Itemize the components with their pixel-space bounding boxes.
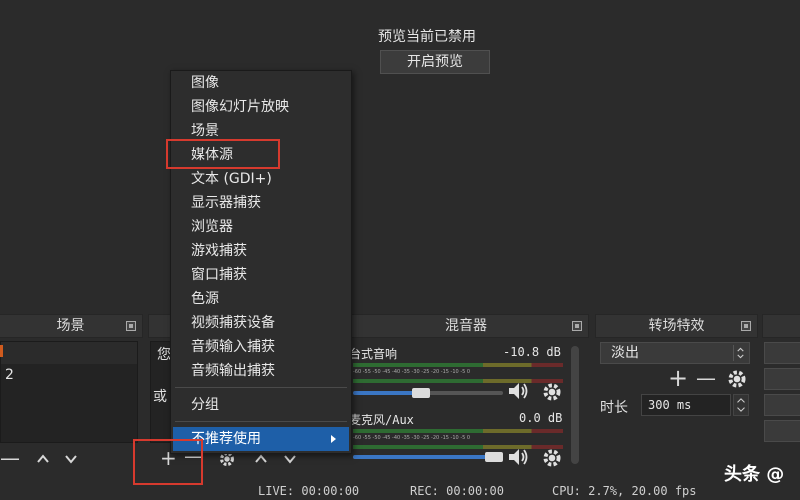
cpu-status: CPU: 2.7%, 20.00 fps (552, 484, 697, 498)
scene-item[interactable]: 2 (1, 364, 137, 386)
move-up-icon[interactable] (36, 452, 50, 466)
mixer-channel-db: -10.8 dB (503, 345, 561, 359)
sources-hint-text: 您 (157, 347, 171, 363)
control-button[interactable] (764, 394, 800, 416)
control-button[interactable] (764, 368, 800, 390)
transition-select[interactable]: 淡出 (600, 342, 750, 364)
gear-icon[interactable] (541, 447, 563, 469)
menu-separator (175, 387, 347, 388)
volume-slider-knob[interactable] (412, 388, 430, 398)
duration-input[interactable]: 300 ms (641, 394, 731, 416)
menu-item-image-slideshow[interactable]: 图像幻灯片放映 (191, 95, 289, 119)
gear-icon[interactable] (726, 368, 748, 390)
preview-area: 预览当前已禁用 开启预览 (0, 0, 800, 312)
duration-spin-icon[interactable] (733, 394, 749, 416)
controls-dock-header (762, 314, 800, 338)
move-down-icon[interactable] (64, 452, 78, 466)
status-bar: LIVE: 00:00:00 REC: 00:00:00 CPU: 2.7%, … (0, 481, 800, 500)
volume-meter (353, 363, 563, 367)
volume-slider-fill (353, 391, 421, 395)
submenu-arrow-icon (331, 435, 336, 443)
mixer-channel-name: 台式音响 (349, 347, 398, 361)
updown-arrows-icon (733, 345, 744, 361)
menu-item-display-capture[interactable]: 显示器捕获 (191, 191, 261, 215)
meter-ticks: -60 -55 -50 -45 -40 -35 -30 -25 -20 -15 … (353, 435, 471, 441)
remove-scene-button[interactable]: — (0, 448, 20, 468)
move-down-icon[interactable] (283, 452, 297, 466)
live-status: LIVE: 00:00:00 (258, 484, 360, 498)
speaker-icon[interactable] (507, 447, 529, 467)
scene-active-indicator (0, 345, 3, 357)
mixer-dock-header: 混音器 (343, 314, 589, 338)
meter-ticks: -60 -55 -50 -45 -40 -35 -30 -25 -20 -15 … (353, 369, 471, 375)
add-transition-button[interactable]: + (668, 366, 688, 390)
scenes-dock-header: 场景 (0, 314, 143, 338)
mixer-dock-title: 混音器 (445, 318, 487, 334)
control-button[interactable] (764, 342, 800, 364)
menu-item-text-gdi[interactable]: 文本 (GDI+) (191, 167, 272, 191)
menu-separator (175, 421, 347, 422)
preview-disabled-text: 预览当前已禁用 (378, 29, 476, 45)
menu-item-color-source[interactable]: 色源 (191, 287, 219, 311)
duration-label: 时长 (600, 400, 628, 416)
control-button[interactable] (764, 420, 800, 442)
scene-item[interactable] (1, 342, 137, 364)
mixer-channel-db: 0.0 dB (519, 411, 563, 425)
menu-item-audio-output-capture[interactable]: 音频输出捕获 (191, 359, 275, 383)
scenes-list[interactable]: 2 (0, 341, 138, 443)
menu-item-group[interactable]: 分组 (191, 393, 219, 417)
speaker-icon[interactable] (507, 381, 529, 401)
menu-item-audio-input-capture[interactable]: 音频输入捕获 (191, 335, 275, 359)
mixer-panel: 台式音响 -10.8 dB -60 -55 -50 -45 -40 -35 -3… (343, 341, 585, 474)
enable-preview-button[interactable]: 开启预览 (380, 50, 490, 74)
volume-slider-fill (353, 455, 503, 459)
gear-icon[interactable] (541, 381, 563, 403)
highlight-box-add-button (133, 439, 203, 485)
highlight-box-media-source (166, 139, 280, 169)
remove-transition-button[interactable]: — (696, 368, 716, 388)
rec-status: REC: 00:00:00 (410, 484, 504, 498)
volume-slider-knob[interactable] (485, 452, 503, 462)
dock-float-icon[interactable] (741, 321, 751, 331)
menu-item-browser[interactable]: 浏览器 (191, 215, 233, 239)
menu-item-window-capture[interactable]: 窗口捕获 (191, 263, 247, 287)
transitions-dock-header: 转场特效 (595, 314, 758, 338)
transition-selected-value: 淡出 (611, 345, 639, 361)
watermark-text: 头条 @ (724, 464, 785, 485)
scenes-dock-title: 场景 (56, 318, 85, 334)
mixer-scrollbar[interactable] (571, 346, 579, 464)
menu-item-video-capture-device[interactable]: 视频捕获设备 (191, 311, 275, 335)
transitions-dock-title: 转场特效 (648, 318, 705, 334)
menu-item-game-capture[interactable]: 游戏捕获 (191, 239, 247, 263)
volume-meter (353, 429, 563, 433)
add-source-context-menu: 图像 图像幻灯片放映 场景 媒体源 文本 (GDI+) 显示器捕获 浏览器 游戏… (170, 70, 352, 454)
mixer-channel-name: 麦克风/Aux (349, 413, 414, 427)
volume-meter (353, 445, 563, 449)
dock-float-icon[interactable] (572, 321, 582, 331)
volume-meter (353, 379, 563, 383)
sources-hint-text: 或 (153, 389, 167, 405)
move-up-icon[interactable] (254, 452, 268, 466)
menu-item-image[interactable]: 图像 (191, 71, 219, 95)
dock-float-icon[interactable] (126, 321, 136, 331)
